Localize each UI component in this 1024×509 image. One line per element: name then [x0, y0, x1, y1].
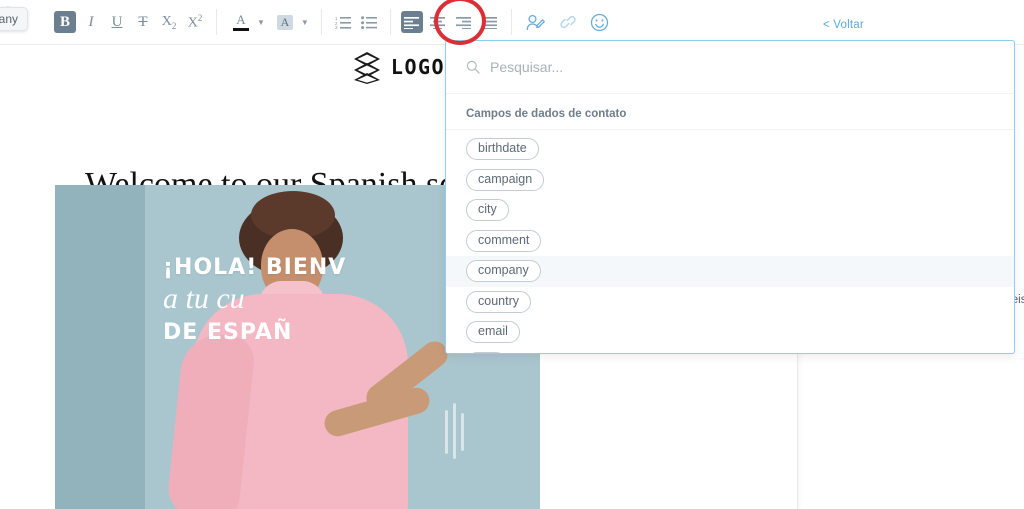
- ordered-list-button[interactable]: 1 2 3: [332, 11, 354, 33]
- dropdown-search-row[interactable]: [446, 41, 1014, 94]
- search-input[interactable]: [490, 59, 996, 75]
- list-item[interactable]: country: [446, 287, 1014, 318]
- merge-field-chip[interactable]: birthdate: [466, 138, 539, 161]
- search-icon: [466, 60, 480, 74]
- align-justify-button[interactable]: [479, 11, 501, 33]
- align-left-button[interactable]: [400, 11, 423, 33]
- list-item[interactable]: campaign: [446, 165, 1014, 196]
- ordered-list-icon: 1 2 3: [335, 16, 351, 29]
- merge-field-chip[interactable]: fax: [466, 351, 507, 353]
- toolbar-group-text-format: B I U T X2 X2: [44, 11, 216, 33]
- bold-button[interactable]: B: [54, 11, 76, 33]
- background-color-button[interactable]: A: [271, 11, 299, 33]
- merge-field-tooltip-chip: mpany: [0, 7, 29, 31]
- merge-field-chip[interactable]: email: [466, 321, 520, 344]
- underline-button[interactable]: U: [106, 11, 128, 33]
- background-color-icon: A: [276, 14, 293, 30]
- list-item[interactable]: birthdate: [446, 134, 1014, 165]
- subscript-button[interactable]: X2: [158, 11, 180, 33]
- hero-stroke: [461, 413, 464, 451]
- app-root: < Voltar veis LOGO Welcome to our Spanis…: [0, 0, 1024, 509]
- toolbar-group-color: A ▼ A ▼: [217, 11, 321, 33]
- merge-field-chip[interactable]: campaign: [466, 168, 545, 191]
- merge-field-chip[interactable]: city: [466, 199, 509, 222]
- list-item[interactable]: company: [446, 256, 1014, 287]
- hero-stroke: [445, 410, 448, 454]
- list-item[interactable]: fax: [446, 348, 1014, 353]
- smiley-icon: [591, 13, 609, 31]
- hero-bg-band: [55, 185, 145, 509]
- personalize-merge-field-button[interactable]: [522, 11, 550, 33]
- unlink-button[interactable]: [554, 11, 582, 33]
- toolbar-group-insert: [512, 11, 624, 33]
- font-color-button[interactable]: A: [227, 11, 255, 33]
- person-pencil-icon: [526, 14, 545, 30]
- superscript-button[interactable]: X2: [184, 11, 206, 33]
- toolbar-group-lists: 1 2 3: [322, 11, 390, 33]
- align-right-icon: [456, 16, 472, 29]
- font-color-icon: A: [232, 13, 250, 31]
- unordered-list-button[interactable]: [358, 11, 380, 33]
- align-right-button[interactable]: [453, 11, 475, 33]
- merge-field-chip[interactable]: company: [466, 260, 541, 283]
- emoji-button[interactable]: [586, 11, 614, 33]
- editor-toolbar: B I U T X2 X2 A ▼ A ▼ 1 2 3 any: [0, 0, 797, 45]
- unlink-icon: [560, 16, 576, 28]
- svg-text:3: 3: [335, 25, 338, 29]
- strikethrough-button[interactable]: T: [132, 11, 154, 33]
- merge-field-chip[interactable]: country: [466, 290, 531, 313]
- toolbar-group-align: [391, 11, 511, 33]
- align-center-button[interactable]: [427, 11, 449, 33]
- align-center-icon: [430, 16, 446, 29]
- merge-field-dropdown[interactable]: Campos de dados de contato birthdate cam…: [445, 40, 1015, 354]
- list-item[interactable]: city: [446, 195, 1014, 226]
- hero-stroke: [453, 403, 456, 459]
- align-justify-icon: [482, 16, 498, 29]
- align-left-icon: [404, 16, 420, 29]
- email-logo-text: LOGO: [390, 55, 446, 79]
- background-color-chevron-down-icon[interactable]: ▼: [301, 18, 309, 27]
- list-item[interactable]: email: [446, 317, 1014, 348]
- font-color-chevron-down-icon[interactable]: ▼: [257, 18, 265, 27]
- merge-field-list: birthdate campaign city comment company …: [446, 130, 1014, 353]
- unordered-list-icon: [360, 16, 377, 29]
- list-item[interactable]: comment: [446, 226, 1014, 257]
- layers-logo-icon: [353, 52, 380, 84]
- back-link[interactable]: < Voltar: [823, 19, 864, 31]
- italic-button[interactable]: I: [80, 11, 102, 33]
- dropdown-section-title: Campos de dados de contato: [446, 94, 1014, 130]
- merge-field-chip[interactable]: comment: [466, 229, 542, 252]
